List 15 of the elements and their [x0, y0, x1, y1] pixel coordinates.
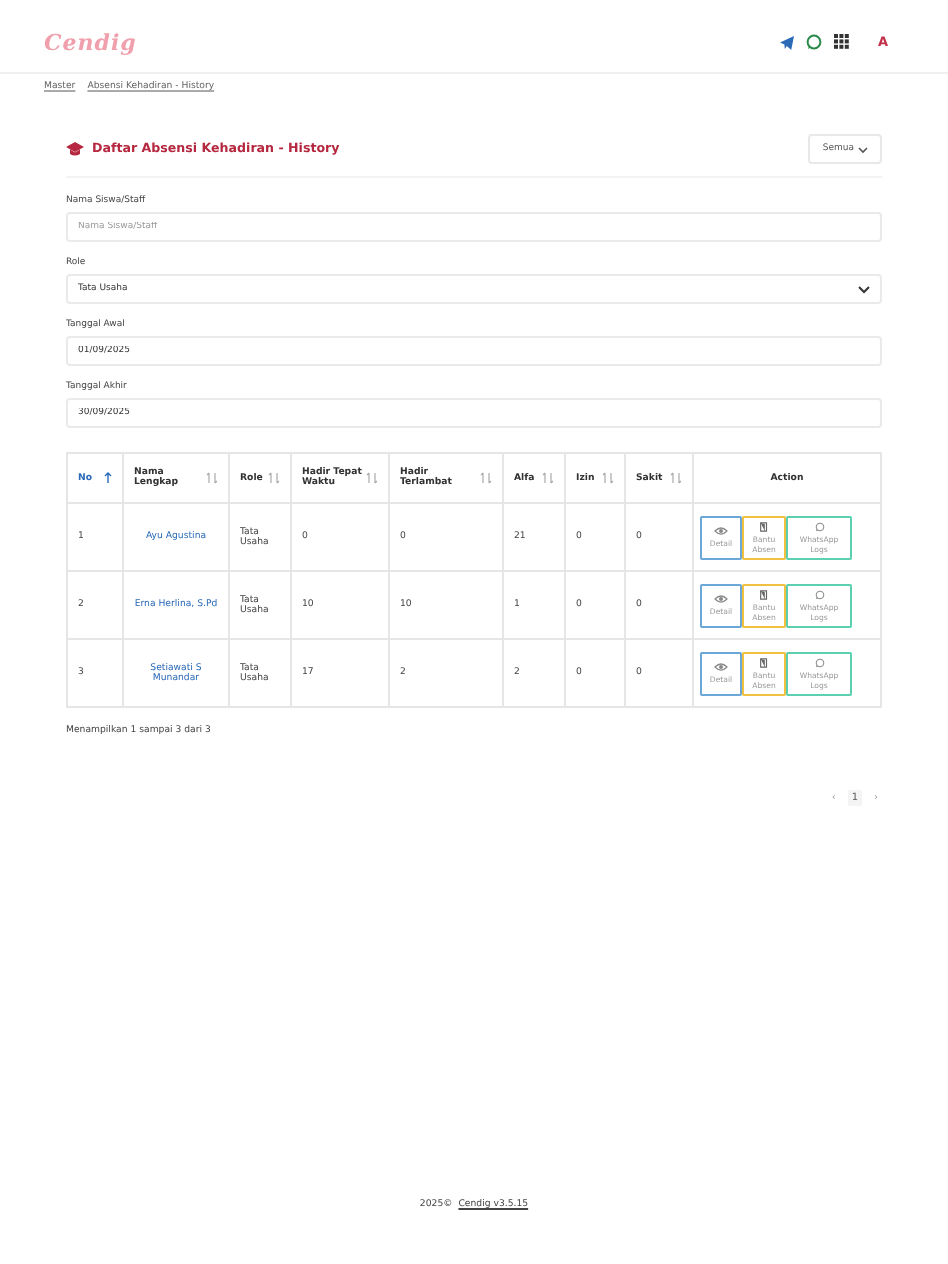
whatsapp-icon [813, 657, 825, 667]
eye-icon [714, 594, 728, 604]
door-icon [758, 521, 770, 531]
eye-icon [714, 662, 728, 672]
door-icon [758, 657, 770, 667]
eye-icon [714, 526, 728, 536]
whatsapp-icon [813, 589, 825, 599]
whatsapp-icon [813, 521, 825, 531]
caret-icon [858, 145, 868, 153]
chevron-icon [858, 285, 870, 293]
whatsapp-icon[interactable] [805, 34, 822, 50]
graduation-cap-icon [66, 142, 84, 156]
door-icon [758, 589, 770, 599]
grid-icon[interactable] [833, 34, 850, 50]
send-icon[interactable] [779, 35, 794, 49]
